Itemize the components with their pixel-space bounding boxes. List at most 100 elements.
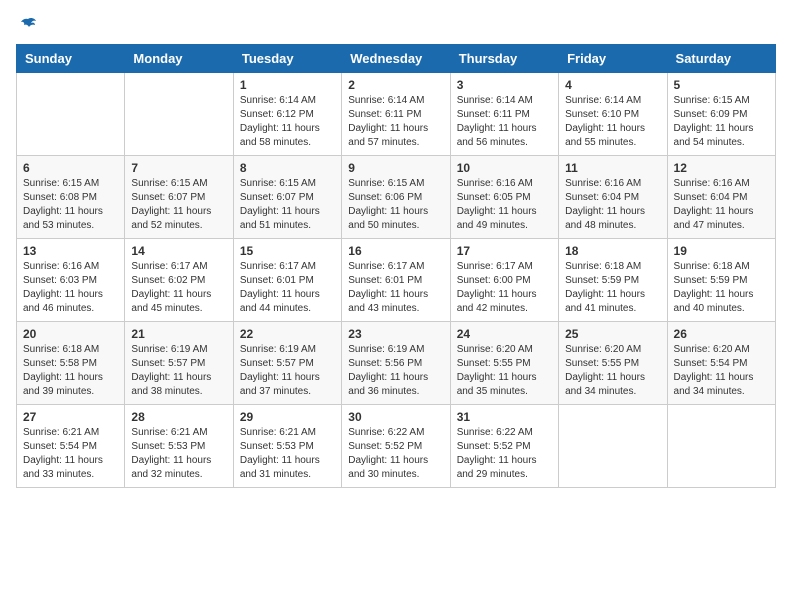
day-number: 2: [348, 78, 443, 92]
day-number: 3: [457, 78, 552, 92]
weekday-header-monday: Monday: [125, 45, 233, 73]
calendar-cell: 5 Sunrise: 6:15 AM Sunset: 6:09 PM Daylig…: [667, 73, 775, 156]
day-number: 10: [457, 161, 552, 175]
day-info: Sunrise: 6:19 AM Sunset: 5:57 PM Dayligh…: [240, 343, 335, 399]
day-number: 6: [23, 161, 118, 175]
weekday-header-tuesday: Tuesday: [233, 45, 341, 73]
calendar-week-1: 6 Sunrise: 6:15 AM Sunset: 6:08 PM Daylig…: [17, 156, 776, 239]
calendar-week-3: 20 Sunrise: 6:18 AM Sunset: 5:58 PM Dayli…: [17, 322, 776, 405]
calendar-week-4: 27 Sunrise: 6:21 AM Sunset: 5:54 PM Dayli…: [17, 405, 776, 488]
calendar-cell: 27 Sunrise: 6:21 AM Sunset: 5:54 PM Dayli…: [17, 405, 125, 488]
calendar-cell: 20 Sunrise: 6:18 AM Sunset: 5:58 PM Dayli…: [17, 322, 125, 405]
calendar-cell: 26 Sunrise: 6:20 AM Sunset: 5:54 PM Dayli…: [667, 322, 775, 405]
calendar-cell: 14 Sunrise: 6:17 AM Sunset: 6:02 PM Dayli…: [125, 239, 233, 322]
day-info: Sunrise: 6:15 AM Sunset: 6:09 PM Dayligh…: [674, 94, 769, 150]
day-info: Sunrise: 6:19 AM Sunset: 5:56 PM Dayligh…: [348, 343, 443, 399]
day-number: 31: [457, 410, 552, 424]
logo-bird-icon: [18, 16, 38, 36]
day-info: Sunrise: 6:14 AM Sunset: 6:11 PM Dayligh…: [457, 94, 552, 150]
day-number: 25: [565, 327, 660, 341]
day-info: Sunrise: 6:16 AM Sunset: 6:04 PM Dayligh…: [565, 177, 660, 233]
day-info: Sunrise: 6:17 AM Sunset: 6:01 PM Dayligh…: [240, 260, 335, 316]
day-number: 23: [348, 327, 443, 341]
day-info: Sunrise: 6:15 AM Sunset: 6:06 PM Dayligh…: [348, 177, 443, 233]
calendar-cell: 16 Sunrise: 6:17 AM Sunset: 6:01 PM Dayli…: [342, 239, 450, 322]
calendar-cell: 1 Sunrise: 6:14 AM Sunset: 6:12 PM Daylig…: [233, 73, 341, 156]
day-info: Sunrise: 6:14 AM Sunset: 6:11 PM Dayligh…: [348, 94, 443, 150]
calendar-header-row: SundayMondayTuesdayWednesdayThursdayFrid…: [17, 45, 776, 73]
calendar-cell: 2 Sunrise: 6:14 AM Sunset: 6:11 PM Daylig…: [342, 73, 450, 156]
day-info: Sunrise: 6:16 AM Sunset: 6:05 PM Dayligh…: [457, 177, 552, 233]
day-info: Sunrise: 6:14 AM Sunset: 6:10 PM Dayligh…: [565, 94, 660, 150]
day-info: Sunrise: 6:15 AM Sunset: 6:07 PM Dayligh…: [131, 177, 226, 233]
calendar-cell: 30Sunrise: 6:22 AM Sunset: 5:52 PM Dayli…: [342, 405, 450, 488]
day-info: Sunrise: 6:17 AM Sunset: 6:02 PM Dayligh…: [131, 260, 226, 316]
day-number: 18: [565, 244, 660, 258]
day-number: 1: [240, 78, 335, 92]
page-header: [16, 16, 776, 36]
day-number: 22: [240, 327, 335, 341]
day-number: 30: [348, 410, 443, 424]
day-number: 5: [674, 78, 769, 92]
day-info: Sunrise: 6:21 AM Sunset: 5:54 PM Dayligh…: [23, 426, 118, 482]
day-number: 24: [457, 327, 552, 341]
day-number: 26: [674, 327, 769, 341]
day-number: 12: [674, 161, 769, 175]
weekday-header-friday: Friday: [559, 45, 667, 73]
calendar-cell: 10 Sunrise: 6:16 AM Sunset: 6:05 PM Dayli…: [450, 156, 558, 239]
day-number: 8: [240, 161, 335, 175]
calendar-cell: 18 Sunrise: 6:18 AM Sunset: 5:59 PM Dayli…: [559, 239, 667, 322]
day-info: Sunrise: 6:19 AM Sunset: 5:57 PM Dayligh…: [131, 343, 226, 399]
day-number: 17: [457, 244, 552, 258]
day-info: Sunrise: 6:20 AM Sunset: 5:54 PM Dayligh…: [674, 343, 769, 399]
day-number: 9: [348, 161, 443, 175]
day-info: Sunrise: 6:17 AM Sunset: 6:00 PM Dayligh…: [457, 260, 552, 316]
day-info: Sunrise: 6:20 AM Sunset: 5:55 PM Dayligh…: [457, 343, 552, 399]
calendar-cell: 7Sunrise: 6:15 AM Sunset: 6:07 PM Daylig…: [125, 156, 233, 239]
calendar-cell: 13 Sunrise: 6:16 AM Sunset: 6:03 PM Dayli…: [17, 239, 125, 322]
day-number: 19: [674, 244, 769, 258]
calendar-cell: 6 Sunrise: 6:15 AM Sunset: 6:08 PM Daylig…: [17, 156, 125, 239]
day-info: Sunrise: 6:15 AM Sunset: 6:07 PM Dayligh…: [240, 177, 335, 233]
day-number: 28: [131, 410, 226, 424]
calendar-week-0: 1 Sunrise: 6:14 AM Sunset: 6:12 PM Daylig…: [17, 73, 776, 156]
day-number: 27: [23, 410, 118, 424]
day-number: 4: [565, 78, 660, 92]
calendar-cell: 11Sunrise: 6:16 AM Sunset: 6:04 PM Dayli…: [559, 156, 667, 239]
calendar-cell: 12Sunrise: 6:16 AM Sunset: 6:04 PM Dayli…: [667, 156, 775, 239]
calendar-cell: 4 Sunrise: 6:14 AM Sunset: 6:10 PM Daylig…: [559, 73, 667, 156]
day-number: 20: [23, 327, 118, 341]
day-info: Sunrise: 6:18 AM Sunset: 5:58 PM Dayligh…: [23, 343, 118, 399]
logo: [16, 16, 38, 36]
day-info: Sunrise: 6:22 AM Sunset: 5:52 PM Dayligh…: [457, 426, 552, 482]
calendar-cell: [559, 405, 667, 488]
weekday-header-sunday: Sunday: [17, 45, 125, 73]
calendar-cell: 24 Sunrise: 6:20 AM Sunset: 5:55 PM Dayli…: [450, 322, 558, 405]
weekday-header-thursday: Thursday: [450, 45, 558, 73]
calendar-cell: 15 Sunrise: 6:17 AM Sunset: 6:01 PM Dayli…: [233, 239, 341, 322]
day-info: Sunrise: 6:18 AM Sunset: 5:59 PM Dayligh…: [674, 260, 769, 316]
day-info: Sunrise: 6:20 AM Sunset: 5:55 PM Dayligh…: [565, 343, 660, 399]
day-info: Sunrise: 6:14 AM Sunset: 6:12 PM Dayligh…: [240, 94, 335, 150]
calendar-cell: 19 Sunrise: 6:18 AM Sunset: 5:59 PM Dayli…: [667, 239, 775, 322]
day-info: Sunrise: 6:15 AM Sunset: 6:08 PM Dayligh…: [23, 177, 118, 233]
day-info: Sunrise: 6:16 AM Sunset: 6:03 PM Dayligh…: [23, 260, 118, 316]
calendar-cell: 8 Sunrise: 6:15 AM Sunset: 6:07 PM Daylig…: [233, 156, 341, 239]
day-info: Sunrise: 6:17 AM Sunset: 6:01 PM Dayligh…: [348, 260, 443, 316]
calendar-cell: 23 Sunrise: 6:19 AM Sunset: 5:56 PM Dayli…: [342, 322, 450, 405]
calendar-cell: 29Sunrise: 6:21 AM Sunset: 5:53 PM Dayli…: [233, 405, 341, 488]
calendar-cell: [667, 405, 775, 488]
day-number: 29: [240, 410, 335, 424]
calendar-body: 1 Sunrise: 6:14 AM Sunset: 6:12 PM Daylig…: [17, 73, 776, 488]
calendar-week-2: 13 Sunrise: 6:16 AM Sunset: 6:03 PM Dayli…: [17, 239, 776, 322]
day-number: 14: [131, 244, 226, 258]
calendar-cell: 3 Sunrise: 6:14 AM Sunset: 6:11 PM Daylig…: [450, 73, 558, 156]
calendar-cell: 25 Sunrise: 6:20 AM Sunset: 5:55 PM Dayli…: [559, 322, 667, 405]
day-number: 16: [348, 244, 443, 258]
day-number: 15: [240, 244, 335, 258]
calendar-cell: [125, 73, 233, 156]
weekday-header-wednesday: Wednesday: [342, 45, 450, 73]
day-number: 13: [23, 244, 118, 258]
day-info: Sunrise: 6:18 AM Sunset: 5:59 PM Dayligh…: [565, 260, 660, 316]
calendar-cell: 28Sunrise: 6:21 AM Sunset: 5:53 PM Dayli…: [125, 405, 233, 488]
